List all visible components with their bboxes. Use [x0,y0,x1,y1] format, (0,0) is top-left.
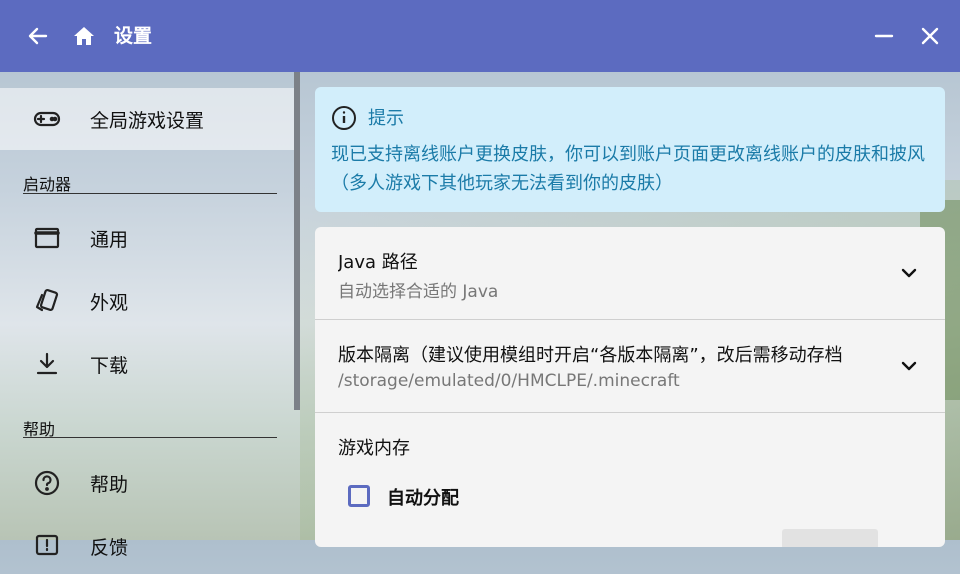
sidebar-item-label: 反馈 [90,537,129,559]
auto-allocate-checkbox[interactable] [348,485,370,507]
section-divider [23,193,277,194]
sidebar-item-help[interactable]: 帮助 [0,455,294,511]
home-icon[interactable] [70,22,98,50]
setting-title: Java 路径 [338,252,418,273]
setting-subtitle: /storage/emulated/0/HMCLPE/.minecraft [338,371,680,391]
arrow-left-icon[interactable] [24,22,52,50]
minimize-icon[interactable] [870,22,898,50]
sidebar-item-global-game-settings[interactable]: 全局游戏设置 [0,88,294,150]
chevron-down-icon[interactable] [899,263,919,283]
setting-subtitle: 自动选择合适的 Java [338,282,499,302]
chevron-down-icon[interactable] [899,356,919,376]
help-circle-icon [32,468,62,498]
sidebar-item-appearance[interactable]: 外观 [0,273,294,329]
hint-title: 提示 [368,108,404,129]
sidebar-item-download[interactable]: 下载 [0,336,294,392]
close-icon[interactable] [916,22,944,50]
sidebar: 全局游戏设置 启动器 通用 外观 下载 帮助 帮助 反馈 [0,72,300,559]
sidebar-item-label: 通用 [90,229,129,251]
section-title-launcher: 启动器 [23,175,72,194]
cards-icon [32,286,62,316]
section-divider [23,437,277,438]
memory-value-box [782,529,878,547]
setting-version-isolation[interactable]: 版本隔离（建议使用模组时开启“各版本隔离”，改后需移动存档 /storage/e… [315,320,945,412]
title-bar: 设置 [0,0,960,72]
sidebar-item-label: 外观 [90,292,129,314]
settings-card: Java 路径 自动选择合适的 Java 版本隔离（建议使用模组时开启“各版本隔… [315,227,945,547]
setting-title: 版本隔离（建议使用模组时开启“各版本隔离”，改后需移动存档 [338,345,843,366]
gamepad-icon [32,104,62,134]
window-icon [32,223,62,253]
info-icon [331,105,357,131]
setting-java-path[interactable]: Java 路径 自动选择合适的 Java [315,227,945,319]
auto-allocate-label: 自动分配 [387,488,459,509]
setting-game-memory: 游戏内存 自动分配 [315,413,945,547]
sidebar-item-feedback[interactable]: 反馈 [0,518,294,574]
sidebar-scrollbar[interactable] [294,72,300,410]
sidebar-item-label: 全局游戏设置 [90,110,205,132]
hint-card: 提示 现已支持离线账户更换皮肤，你可以到账户页面更改离线账户的皮肤和披风（多人游… [315,87,945,212]
feedback-icon [32,531,62,561]
sidebar-item-label: 下载 [90,355,129,377]
sidebar-item-label: 帮助 [90,474,129,496]
sidebar-item-general[interactable]: 通用 [0,210,294,266]
hint-body: 现已支持离线账户更换皮肤，你可以到账户页面更改离线账户的皮肤和披风（多人游戏下其… [331,144,925,194]
setting-title: 游戏内存 [338,438,410,459]
download-icon [32,349,62,379]
page-title: 设置 [114,25,153,47]
